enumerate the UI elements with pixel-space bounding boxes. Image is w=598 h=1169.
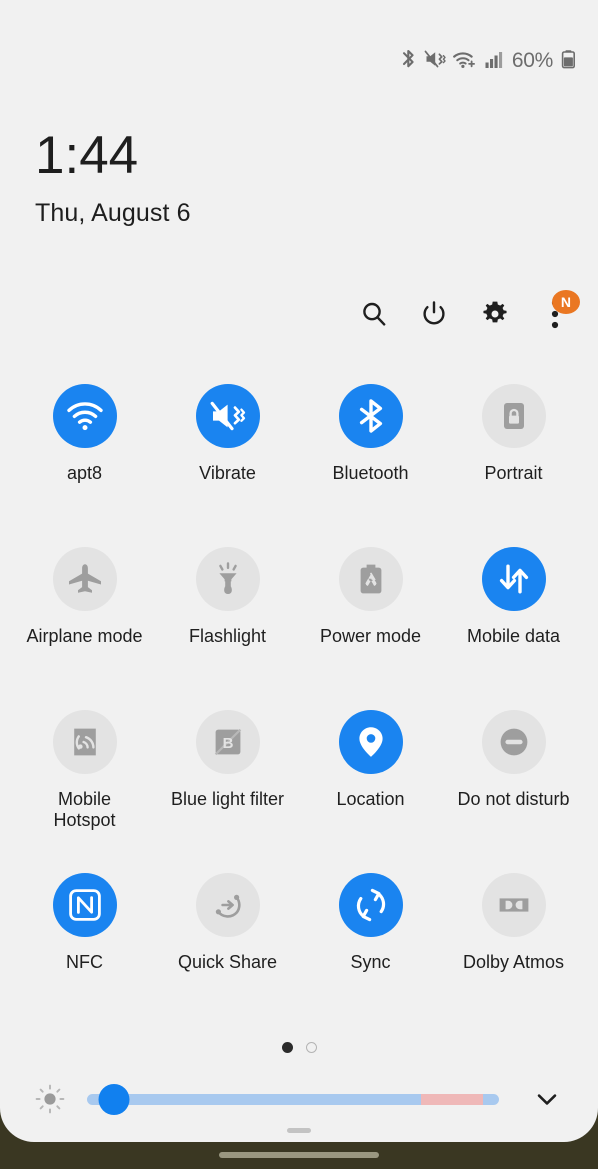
gear-icon <box>483 301 507 323</box>
tile-label: Airplane mode <box>26 626 143 646</box>
tile-sync[interactable]: Sync <box>299 873 442 1036</box>
status-badge: N <box>551 290 580 314</box>
tile-label: Sync <box>350 952 391 972</box>
navigation-bar <box>0 1142 598 1169</box>
panel-drag-handle[interactable] <box>287 1128 311 1133</box>
flashlight-icon <box>195 547 260 611</box>
tile-do-not-disturb[interactable]: Do not disturb <box>442 710 585 873</box>
tile-mobile-hotspot[interactable]: Mobile Hotspot <box>13 710 156 873</box>
location-pin-icon <box>338 710 403 774</box>
rotation-lock-icon <box>481 384 546 448</box>
do-not-disturb-icon <box>481 710 546 774</box>
tile-portrait[interactable]: Portrait <box>442 384 585 547</box>
page-dot-2[interactable] <box>305 1042 317 1053</box>
quick-settings-toolbar: N <box>352 290 580 336</box>
battery-percent-label: 60% <box>511 49 553 72</box>
vibrate-icon <box>195 384 260 448</box>
tile-mobile-data[interactable]: Mobile data <box>442 547 585 710</box>
clock-block[interactable]: 1:44 Thu, August 6 <box>35 129 191 228</box>
tile-bluetooth[interactable]: Bluetooth <box>299 384 442 547</box>
tile-wifi[interactable]: apt8 <box>13 384 156 547</box>
gesture-bar[interactable] <box>219 1152 379 1158</box>
battery-icon <box>561 48 576 75</box>
quick-settings-tiles: apt8 Vibrate Bluetooth Portrait Airplane… <box>13 384 585 1036</box>
power-mode-icon <box>338 547 403 611</box>
more-options-button[interactable]: N <box>533 290 580 336</box>
tile-label: Mobile data <box>466 626 561 646</box>
sync-icon <box>338 873 403 937</box>
tile-label: Do not disturb <box>457 789 570 809</box>
tile-blue-light-filter[interactable]: B Blue light filter <box>156 710 299 873</box>
bluetooth-icon <box>400 48 417 75</box>
clock-date: Thu, August 6 <box>35 199 191 227</box>
tile-power-mode[interactable]: Power mode <box>299 547 442 710</box>
dolby-atmos-icon <box>481 873 546 937</box>
tile-nfc[interactable]: NFC <box>13 873 156 1036</box>
bluetooth-icon <box>338 384 403 448</box>
tile-label: apt8 <box>66 463 103 483</box>
tile-dolby-atmos[interactable]: Dolby Atmos <box>442 873 585 1036</box>
hotspot-icon <box>52 710 117 774</box>
power-icon <box>423 301 445 325</box>
brightness-track <box>87 1093 499 1105</box>
phone-screen: 60% 1:44 Thu, August 6 N apt8 Vibrate Bl… <box>0 0 598 1169</box>
brightness-thumb[interactable] <box>98 1083 130 1115</box>
blue-light-icon: B <box>195 710 260 774</box>
quick-share-icon <box>195 873 260 937</box>
tile-label: Vibrate <box>199 463 256 483</box>
tile-quick-share[interactable]: Quick Share <box>156 873 299 1036</box>
tile-airplane-mode[interactable]: Airplane mode <box>13 547 156 710</box>
tile-label: Location <box>336 789 405 809</box>
search-icon <box>363 302 386 326</box>
chevron-down-icon <box>537 1094 557 1105</box>
quick-settings-panel: 60% 1:44 Thu, August 6 N apt8 Vibrate Bl… <box>0 0 598 1142</box>
wifi-icon <box>52 384 117 448</box>
tile-label: Portrait <box>484 463 543 483</box>
tile-label: Bluetooth <box>332 463 409 483</box>
power-button[interactable] <box>412 292 456 336</box>
wifi-icon <box>452 48 478 75</box>
tile-vibrate[interactable]: Vibrate <box>156 384 299 547</box>
page-indicator <box>0 1042 598 1053</box>
mobile-data-icon <box>481 547 546 611</box>
tile-label: Quick Share <box>177 952 278 972</box>
tile-label: Blue light filter <box>170 789 285 809</box>
status-bar: 60% <box>400 48 576 74</box>
tile-label: Power mode <box>319 626 422 646</box>
airplane-icon <box>52 547 117 611</box>
svg-text:B: B <box>222 735 233 752</box>
tile-label: Mobile Hotspot <box>53 789 116 831</box>
search-button[interactable] <box>352 292 396 336</box>
expand-brightness-button[interactable] <box>525 1077 569 1121</box>
clock-time: 1:44 <box>35 126 139 185</box>
brightness-warm-segment <box>420 1093 483 1105</box>
brightness-sun-icon <box>31 1083 69 1115</box>
signal-icon <box>485 48 504 75</box>
settings-button[interactable] <box>473 292 517 336</box>
tile-label: Flashlight <box>188 626 267 646</box>
page-dot-1[interactable] <box>281 1042 293 1053</box>
tile-label: Dolby Atmos <box>462 952 565 972</box>
brightness-row <box>0 1072 598 1126</box>
vibrate-icon <box>424 48 446 75</box>
nfc-icon <box>52 873 117 937</box>
brightness-slider[interactable] <box>87 1083 499 1115</box>
tile-flashlight[interactable]: Flashlight <box>156 547 299 710</box>
tile-label: NFC <box>66 952 103 972</box>
tile-location[interactable]: Location <box>299 710 442 873</box>
